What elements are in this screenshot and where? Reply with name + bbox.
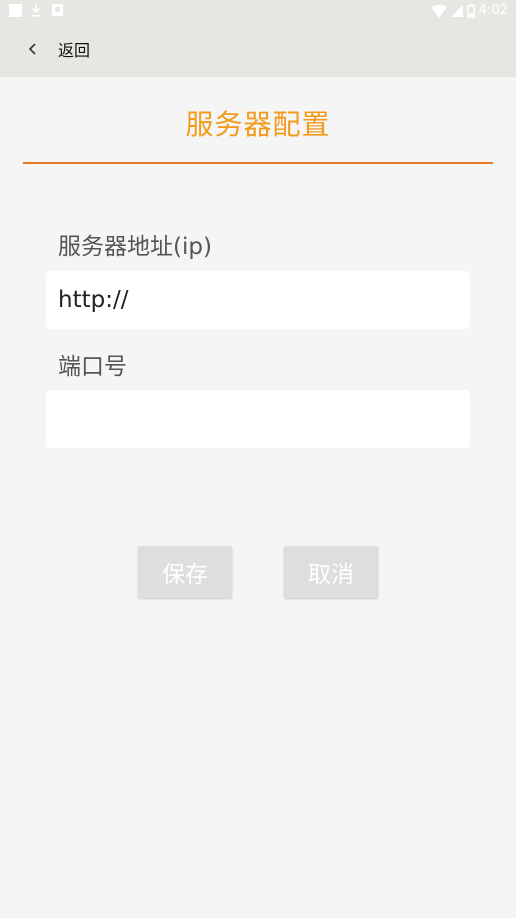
status-bar: 4:02	[0, 0, 516, 22]
port-input[interactable]	[46, 390, 470, 448]
page-title: 服务器配置	[185, 108, 331, 141]
status-indicators: 4:02	[430, 0, 508, 22]
title-divider	[23, 162, 493, 164]
notification-square-icon	[9, 4, 22, 17]
server-address-label: 服务器地址(ip)	[58, 234, 212, 260]
chevron-left-icon	[28, 43, 36, 55]
battery-icon	[466, 4, 475, 18]
wifi-icon	[430, 4, 447, 18]
save-button[interactable]: 保存	[138, 546, 232, 598]
signal-icon	[450, 5, 463, 17]
download-icon	[31, 4, 41, 17]
app-bar: 返回	[0, 22, 516, 77]
cancel-button[interactable]: 取消	[284, 546, 378, 598]
content-area: 服务器配置 服务器地址(ip) 端口号 保存 取消	[0, 77, 516, 918]
server-address-input[interactable]	[46, 271, 470, 329]
back-button[interactable]: 返回	[20, 30, 110, 68]
status-time: 4:02	[478, 3, 508, 18]
back-label: 返回	[58, 41, 91, 60]
photo-icon	[52, 4, 63, 16]
port-label: 端口号	[58, 354, 127, 380]
